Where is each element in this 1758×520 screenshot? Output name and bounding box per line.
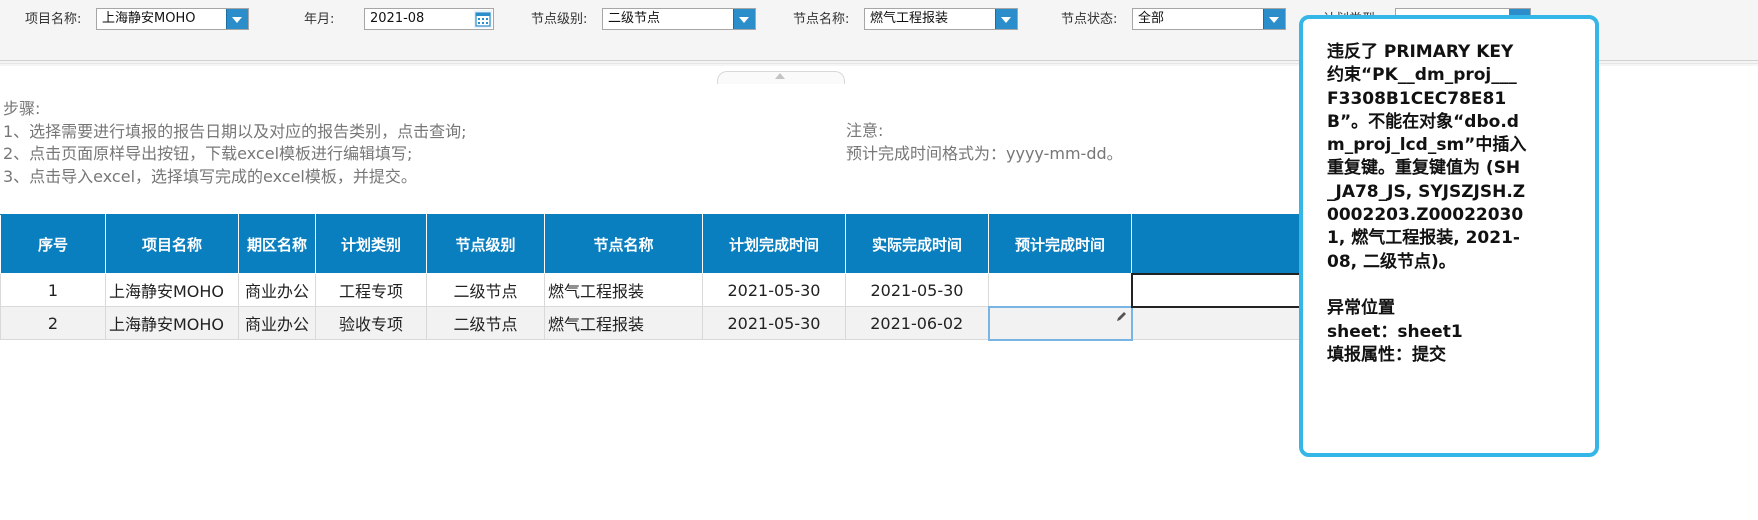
pencil-icon xyxy=(1116,311,1126,321)
chevron-down-icon[interactable] xyxy=(995,9,1017,29)
cell-extra[interactable] xyxy=(1130,272,1303,308)
cell-seq: 1 xyxy=(0,273,106,307)
node-status-value: 全部 xyxy=(1138,11,1165,26)
table-row: 1 上海静安MOHO 商业办公 工程专项 二级节点 燃气工程报装 2021-05… xyxy=(0,272,1303,308)
instructions-steps: 步骤: 1、选择需要进行填报的报告日期以及对应的报告类别，点击查询; 2、点击页… xyxy=(3,98,467,188)
header-expected-finish: 预计完成时间 xyxy=(988,214,1132,274)
step-2: 2、点击页面原样导出按钮，下载excel模板进行编辑填写; xyxy=(3,144,413,163)
header-plan-type: 计划类别 xyxy=(315,214,427,274)
report-table: 序号 项目名称 期区名称 计划类别 节点级别 节点名称 计划完成时间 实际完成时… xyxy=(0,214,1303,341)
header-node-name: 节点名称 xyxy=(544,214,703,274)
cell-seq: 2 xyxy=(0,306,106,340)
chevron-down-icon[interactable] xyxy=(733,9,755,29)
cell-node-name: 燃气工程报装 xyxy=(544,273,703,307)
yearmonth-date-input[interactable]: 2021-08 xyxy=(364,8,494,30)
cell-expected-finish[interactable] xyxy=(988,273,1132,307)
yearmonth-value: 2021-08 xyxy=(370,11,425,26)
cell-extra[interactable] xyxy=(1131,306,1302,340)
cell-node-level: 二级节点 xyxy=(426,273,545,307)
cell-project: 上海静安MOHO xyxy=(105,306,239,340)
table-header-row: 序号 项目名称 期区名称 计划类别 节点级别 节点名称 计划完成时间 实际完成时… xyxy=(0,214,1302,274)
cell-node-name: 燃气工程报装 xyxy=(544,306,703,340)
node-level-value: 二级节点 xyxy=(608,11,661,26)
cell-phase: 商业办公 xyxy=(238,306,316,340)
instructions-note: 注意: 预计完成时间格式为：yyyy-mm-dd。 xyxy=(846,120,1123,165)
cell-plan-type: 工程专项 xyxy=(315,273,427,307)
node-level-label: 节点级别: xyxy=(531,12,588,27)
chevron-down-icon[interactable] xyxy=(226,9,248,29)
steps-title: 步骤: xyxy=(3,99,41,118)
calendar-icon[interactable] xyxy=(474,10,492,28)
note-text: 预计完成时间格式为：yyyy-mm-dd。 xyxy=(846,143,1123,163)
cell-project: 上海静安MOHO xyxy=(105,273,239,307)
project-select[interactable]: 上海静安MOHO xyxy=(96,8,249,30)
cell-actual-finish: 2021-05-30 xyxy=(845,273,989,307)
header-extra xyxy=(1131,214,1302,274)
node-status-select[interactable]: 全部 xyxy=(1132,8,1286,30)
note-title: 注意: xyxy=(846,121,884,140)
project-select-value: 上海静安MOHO xyxy=(102,11,196,26)
node-name-label: 节点名称: xyxy=(793,12,850,27)
step-3: 3、点击导入excel，选择填写完成的excel模板，并提交。 xyxy=(3,166,417,186)
header-project: 项目名称 xyxy=(105,214,239,274)
cell-actual-finish: 2021-06-02 xyxy=(845,306,989,340)
cell-plan-finish: 2021-05-30 xyxy=(702,306,846,340)
node-name-value: 燃气工程报装 xyxy=(870,11,949,26)
header-node-level: 节点级别 xyxy=(426,214,545,274)
header-plan-finish: 计划完成时间 xyxy=(702,214,846,274)
cell-phase: 商业办公 xyxy=(238,273,316,307)
cell-node-level: 二级节点 xyxy=(426,306,545,340)
project-label: 项目名称: xyxy=(25,12,82,27)
cell-plan-finish: 2021-05-30 xyxy=(702,273,846,307)
error-message: 违反了 PRIMARY KEY 约束“PK__dm_proj___F3308B1… xyxy=(1327,42,1527,365)
node-status-label: 节点状态: xyxy=(1061,12,1118,27)
node-name-select[interactable]: 燃气工程报装 xyxy=(864,8,1018,30)
node-level-select[interactable]: 二级节点 xyxy=(602,8,756,30)
step-1: 1、选择需要进行填报的报告日期以及对应的报告类别，点击查询; xyxy=(3,121,467,141)
error-tooltip: 违反了 PRIMARY KEY 约束“PK__dm_proj___F3308B1… xyxy=(1299,15,1599,457)
yearmonth-label: 年月: xyxy=(304,12,335,27)
collapse-handle[interactable] xyxy=(717,71,845,84)
cell-expected-finish-editing[interactable] xyxy=(987,305,1133,341)
header-actual-finish: 实际完成时间 xyxy=(845,214,989,274)
cell-plan-type: 验收专项 xyxy=(315,306,427,340)
header-seq: 序号 xyxy=(0,214,106,274)
chevron-down-icon[interactable] xyxy=(1263,9,1285,29)
table-row: 2 上海静安MOHO 商业办公 验收专项 二级节点 燃气工程报装 2021-05… xyxy=(0,305,1302,341)
header-phase: 期区名称 xyxy=(238,214,316,274)
